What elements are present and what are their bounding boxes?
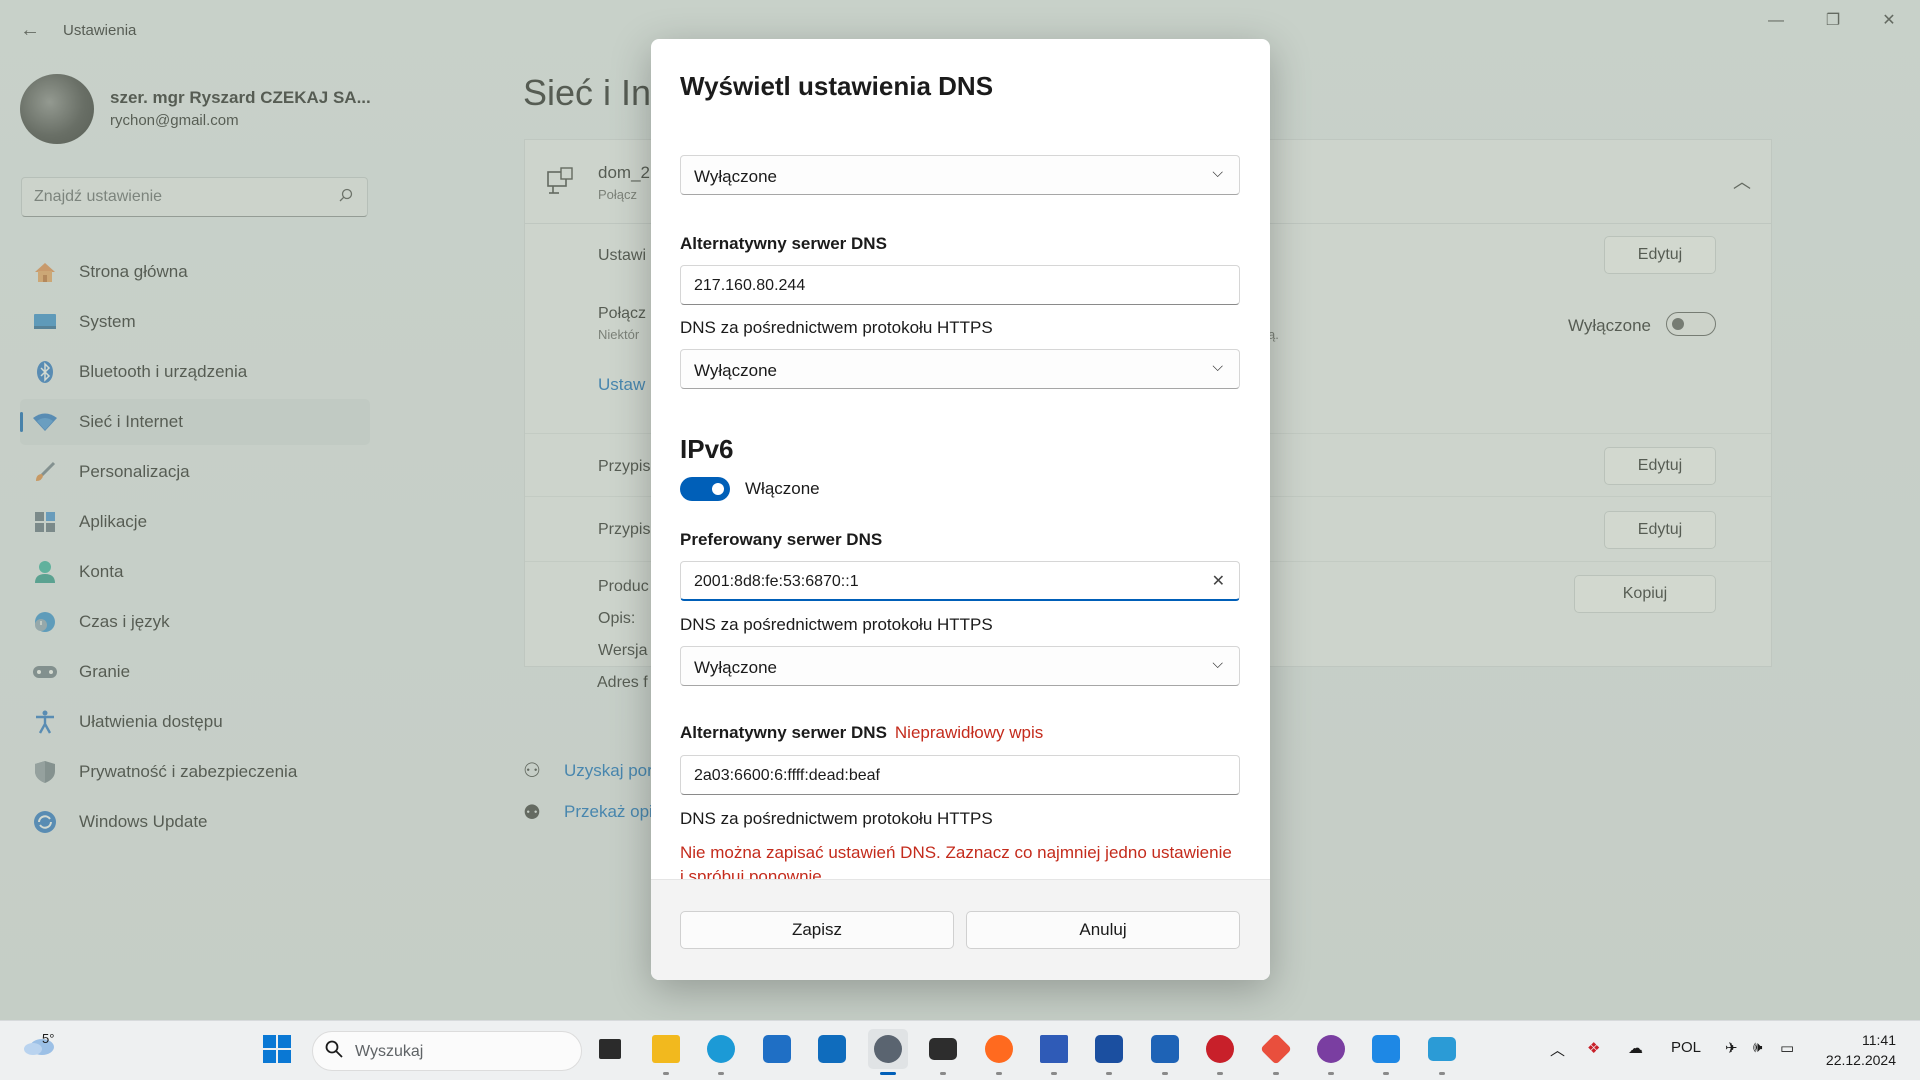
select-value: Wyłączone xyxy=(694,658,777,677)
taskbar-virtualbox[interactable] xyxy=(1145,1029,1185,1075)
ipv4-alt-https-select[interactable]: Wyłączone ⌵ xyxy=(680,349,1240,389)
file-explorer-icon xyxy=(652,1035,680,1063)
ipv6-pref-https-select[interactable]: Wyłączone ⌵ xyxy=(680,646,1240,686)
taskbar-firefox[interactable] xyxy=(979,1029,1019,1075)
onedrive-cloud-icon[interactable]: ☁ xyxy=(1628,1039,1643,1057)
taskbar-github[interactable] xyxy=(1311,1029,1351,1075)
temperature: 5° xyxy=(42,1031,55,1046)
firefox-icon xyxy=(985,1035,1013,1063)
dns-settings-dialog: Wyświetl ustawienia DNS Wyłączone ⌵ Alte… xyxy=(651,39,1270,980)
running-indicator xyxy=(1383,1072,1389,1075)
chevron-down-icon: ⌵ xyxy=(1212,655,1223,671)
taskbar-git-app[interactable] xyxy=(1256,1029,1296,1075)
running-indicator xyxy=(718,1072,724,1075)
select-value: Wyłączone xyxy=(694,167,777,186)
ipv4-alt-dns-input[interactable]: 217.160.80.244 xyxy=(680,265,1240,305)
chevron-down-icon: ⌵ xyxy=(1212,358,1223,374)
taskbar-edge[interactable] xyxy=(701,1029,741,1075)
dialog-footer: Zapisz Anuluj xyxy=(651,879,1270,980)
input-value: 2a03:6600:6:ffff:dead:beaf xyxy=(694,767,880,784)
task-view-icon xyxy=(599,1039,621,1059)
chevron-up-icon[interactable]: ︿ xyxy=(1550,1039,1565,1060)
running-indicator xyxy=(1051,1072,1057,1075)
alt-dns-label: Alternatywny serwer DNS xyxy=(680,234,887,253)
running-indicator xyxy=(1439,1072,1445,1075)
battery-icon[interactable]: ▭ xyxy=(1780,1039,1794,1057)
floppy-app-icon xyxy=(1040,1035,1068,1063)
running-indicator xyxy=(663,1072,669,1075)
running-indicator xyxy=(1217,1072,1223,1075)
select-value: Wyłączone xyxy=(694,361,777,380)
taskbar-store[interactable] xyxy=(757,1029,797,1069)
running-indicator xyxy=(880,1072,896,1075)
pref-dns-label: Preferowany serwer DNS xyxy=(680,530,883,549)
taskbar-vscode[interactable] xyxy=(1366,1029,1406,1075)
taskbar-outlook[interactable] xyxy=(812,1029,852,1069)
chevron-down-icon: ⌵ xyxy=(1212,164,1223,180)
outlook-icon xyxy=(818,1035,846,1063)
running-indicator xyxy=(1106,1072,1112,1075)
github-icon xyxy=(1317,1035,1345,1063)
terminal-icon xyxy=(929,1038,957,1060)
davinci-icon xyxy=(1206,1035,1234,1063)
input-value: 2001:8d8:fe:53:6870::1 xyxy=(694,573,859,590)
running-indicator xyxy=(996,1072,1002,1075)
taskbar-terminal[interactable] xyxy=(923,1029,963,1075)
start-button[interactable] xyxy=(257,1029,297,1069)
store-icon xyxy=(763,1035,791,1063)
taskbar-remote-desktop[interactable] xyxy=(1422,1029,1462,1075)
taskbar-search-placeholder: Wyszukaj xyxy=(355,1043,424,1060)
taskbar-floppy-app[interactable] xyxy=(1034,1029,1074,1075)
invalid-entry-error: Nieprawidłowy wpis xyxy=(894,723,1044,742)
virtualbox-icon xyxy=(1151,1035,1179,1063)
task-view-button[interactable] xyxy=(590,1029,630,1069)
ipv6-toggle[interactable] xyxy=(680,477,730,501)
edge-icon xyxy=(707,1035,735,1063)
taskbar-affinity[interactable] xyxy=(1089,1029,1129,1075)
git-app-icon xyxy=(1260,1033,1292,1065)
volume-icon[interactable]: 🕪 xyxy=(1753,1039,1762,1056)
ipv4-https-select-top[interactable]: Wyłączone ⌵ xyxy=(680,155,1240,195)
clock-date: 22.12.2024 xyxy=(1825,1052,1896,1068)
affinity-icon xyxy=(1095,1035,1123,1063)
ipv6-alt-dns-input[interactable]: 2a03:6600:6:ffff:dead:beaf xyxy=(680,755,1240,795)
https-label: DNS za pośrednictwem protokołu HTTPS xyxy=(680,318,993,337)
settings-icon xyxy=(874,1035,902,1063)
search-icon xyxy=(325,1040,343,1063)
remote-desktop-icon xyxy=(1428,1037,1456,1061)
alt-dns-label-2: Alternatywny serwer DNS Nieprawidłowy wpi… xyxy=(680,723,1043,743)
save-button[interactable]: Zapisz xyxy=(680,911,954,949)
taskbar-settings[interactable] xyxy=(868,1029,908,1075)
ipv6-toggle-label: Włączone xyxy=(745,479,820,498)
dropbox-icon[interactable]: ❖ xyxy=(1587,1039,1600,1057)
taskbar-davinci[interactable] xyxy=(1200,1029,1240,1075)
https-label-2: DNS za pośrednictwem protokołu HTTPS xyxy=(680,615,993,634)
ipv6-heading: IPv6 xyxy=(680,434,734,464)
clock[interactable]: 11:41 22.12.2024 xyxy=(1826,1030,1896,1070)
running-indicator xyxy=(1328,1072,1334,1075)
start-icon xyxy=(263,1035,291,1063)
running-indicator xyxy=(940,1072,946,1075)
airplane-icon[interactable]: ✈ xyxy=(1725,1039,1738,1057)
running-indicator xyxy=(1162,1072,1168,1075)
running-indicator xyxy=(1273,1072,1279,1075)
taskbar-search[interactable]: Wyszukaj xyxy=(312,1031,582,1071)
input-value: 217.160.80.244 xyxy=(694,277,806,294)
taskbar-file-explorer[interactable] xyxy=(646,1029,686,1075)
https-label-3: DNS za pośrednictwem protokołu HTTPS xyxy=(680,809,993,828)
cancel-button[interactable]: Anuluj xyxy=(966,911,1240,949)
ipv6-pref-dns-input[interactable]: 2001:8d8:fe:53:6870::1 ✕ xyxy=(680,561,1240,601)
language-indicator[interactable]: POL xyxy=(1671,1039,1701,1056)
taskbar: 5° Wyszukaj ︿ ❖ ☁ POL ✈ 🕪 ▭ 11:41 22.12.… xyxy=(0,1020,1920,1080)
dialog-title: Wyświetl ustawienia DNS xyxy=(680,71,994,101)
vscode-icon xyxy=(1372,1035,1400,1063)
alt-dns-label-text: Alternatywny serwer DNS xyxy=(680,723,887,742)
clear-icon[interactable]: ✕ xyxy=(1212,571,1225,591)
clock-time: 11:41 xyxy=(1862,1032,1896,1048)
